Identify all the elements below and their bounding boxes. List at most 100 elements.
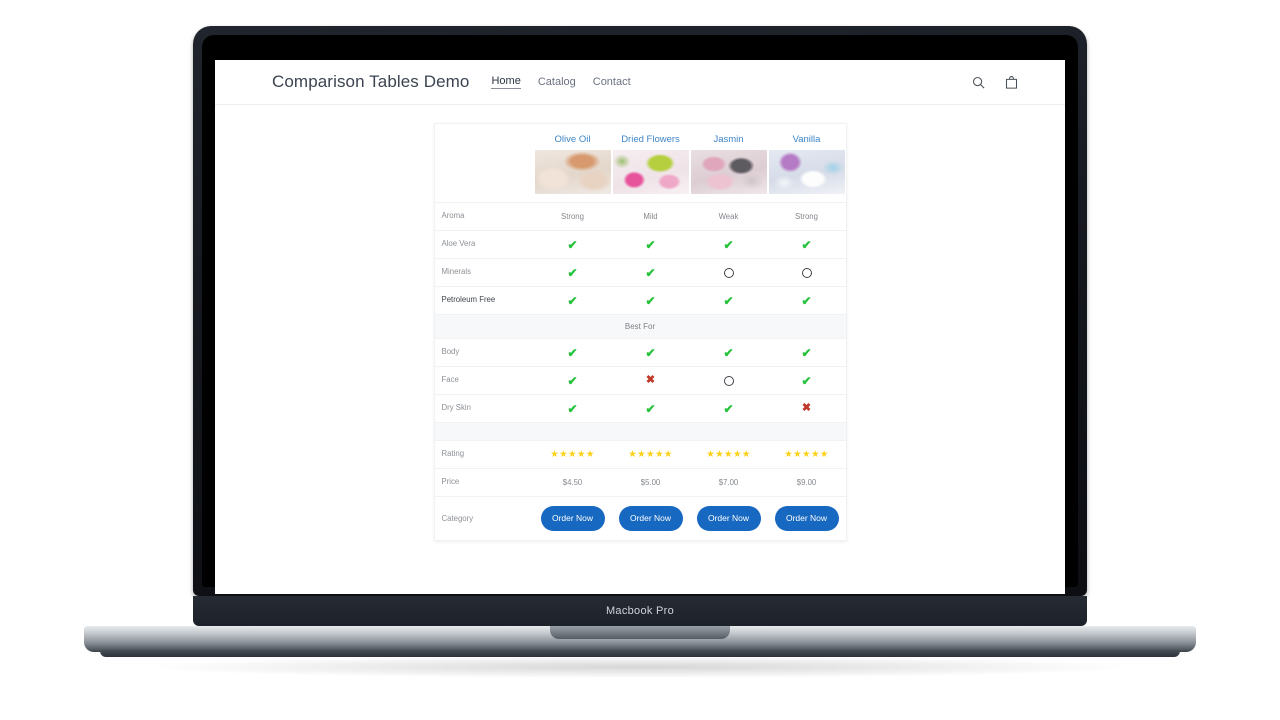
check-icon: ✔ (567, 237, 578, 252)
cross-icon: ✖ (645, 374, 656, 386)
check-icon: ✔ (567, 345, 578, 360)
cell-check: ✔ (533, 286, 612, 315)
product-link-olive-oil[interactable]: Olive Oil (534, 134, 612, 145)
row-label: Face (434, 366, 534, 395)
cell-check: ✔ (689, 230, 768, 259)
check-icon: ✔ (723, 345, 734, 360)
cell-rating: ★★★★★ (533, 440, 612, 469)
product-cell-olive-oil: Olive Oil (534, 124, 612, 203)
check-icon: ✔ (801, 293, 812, 308)
cell-check: ✔ (689, 338, 768, 367)
cell-rating: ★★★★★ (689, 440, 768, 469)
cell-cta: Order Now (767, 495, 846, 540)
main-nav: Home Catalog Contact (491, 75, 631, 89)
header-icons (971, 75, 1041, 90)
row-label: Dry Skin (434, 394, 534, 423)
table-row-minerals: Minerals ✔ ✔ (434, 258, 846, 287)
row-label: Body (434, 338, 534, 367)
cell-value: Mild (611, 202, 690, 231)
check-icon: ✔ (723, 293, 734, 308)
cell-check: ✔ (611, 258, 690, 287)
cell-check: ✔ (611, 230, 690, 259)
cell-check: ✔ (533, 366, 612, 395)
search-icon[interactable] (971, 75, 986, 90)
page-content: Olive Oil Dried Flowers Jasmin Vanilla A… (215, 105, 1065, 541)
device-label: Macbook Pro (605, 605, 675, 617)
laptop-chin: Macbook Pro (193, 596, 1087, 626)
shopping-bag-icon[interactable] (1004, 75, 1019, 90)
order-now-button-olive-oil[interactable]: Order Now (540, 506, 605, 531)
product-image-vanilla (768, 150, 845, 194)
product-cell-jasmin: Jasmin (690, 124, 768, 203)
star-rating-icon: ★★★★★ (628, 449, 673, 460)
check-icon: ✔ (645, 293, 656, 308)
cell-check: ✔ (767, 230, 846, 259)
check-icon: ✔ (723, 237, 734, 252)
order-now-button-jasmin[interactable]: Order Now (696, 506, 761, 531)
cell-cta: Order Now (689, 495, 768, 540)
laptop-shadow (150, 656, 1130, 678)
product-cell-dried-flowers: Dried Flowers (612, 124, 690, 203)
comparison-table-card: Olive Oil Dried Flowers Jasmin Vanilla A… (433, 123, 847, 541)
cell-check: ✔ (611, 338, 690, 367)
check-icon: ✔ (645, 345, 656, 360)
check-icon: ✔ (801, 237, 812, 252)
site-brand[interactable]: Comparison Tables Demo (272, 72, 469, 92)
corner-cell (435, 124, 534, 203)
check-icon: ✔ (567, 293, 578, 308)
nav-item-catalog[interactable]: Catalog (538, 76, 576, 89)
row-label: Petroleum Free (434, 286, 534, 315)
check-icon: ✔ (645, 265, 656, 280)
section-label: Best For (434, 314, 846, 339)
star-rating-icon: ★★★★★ (550, 449, 595, 460)
laptop-base-notch (550, 626, 730, 639)
cell-circle (689, 258, 768, 287)
order-now-button-vanilla[interactable]: Order Now (774, 506, 839, 531)
cell-circle (767, 258, 846, 287)
check-icon: ✔ (645, 401, 656, 416)
product-link-jasmin[interactable]: Jasmin (690, 134, 768, 145)
table-row-rating: Rating ★★★★★ ★★★★★ ★★★★★ ★★★★★ (434, 440, 846, 469)
cell-check: ✔ (611, 286, 690, 315)
cell-price: $9.00 (767, 468, 846, 497)
cell-check: ✔ (689, 394, 768, 423)
table-row-dry-skin: Dry Skin ✔ ✔ ✔ ✖ (434, 394, 846, 423)
table-row-body: Body ✔ ✔ ✔ ✔ (434, 338, 846, 367)
check-icon: ✔ (723, 401, 734, 416)
screenshot-stage: Comparison Tables Demo Home Catalog Cont… (0, 0, 1280, 720)
cell-value: Weak (689, 202, 768, 231)
spacer-cell (434, 422, 846, 441)
cell-check: ✔ (533, 394, 612, 423)
table-row-aroma: Aroma Strong Mild Weak Strong (434, 202, 846, 231)
product-image-jasmin (690, 150, 767, 194)
product-link-vanilla[interactable]: Vanilla (768, 134, 846, 145)
row-label: Category (434, 495, 534, 540)
check-icon: ✔ (567, 401, 578, 416)
cell-price: $5.00 (611, 468, 690, 497)
nav-item-home[interactable]: Home (491, 75, 521, 89)
row-label: Aloe Vera (434, 230, 534, 259)
circle-icon (801, 267, 812, 278)
cell-cta: Order Now (611, 495, 690, 540)
row-label: Minerals (434, 258, 534, 287)
cell-cta: Order Now (533, 495, 612, 540)
table-row-aloe-vera: Aloe Vera ✔ ✔ ✔ ✔ (434, 230, 846, 259)
product-header-row: Olive Oil Dried Flowers Jasmin Vanilla (435, 124, 846, 203)
check-icon: ✔ (801, 345, 812, 360)
star-rating-icon: ★★★★★ (706, 449, 751, 460)
cell-circle (689, 366, 768, 395)
circle-icon (723, 375, 734, 386)
product-link-dried-flowers[interactable]: Dried Flowers (612, 134, 690, 145)
cell-price: $7.00 (689, 468, 768, 497)
cell-check: ✔ (767, 286, 846, 315)
row-label: Price (434, 468, 534, 497)
cell-rating: ★★★★★ (767, 440, 846, 469)
star-rating-icon: ★★★★★ (784, 449, 829, 460)
table-row-face: Face ✔ ✖ ✔ (434, 366, 846, 395)
order-now-button-dried-flowers[interactable]: Order Now (618, 506, 683, 531)
browser-viewport: Comparison Tables Demo Home Catalog Cont… (215, 60, 1065, 594)
product-image-olive-oil (534, 150, 611, 194)
nav-item-contact[interactable]: Contact (593, 76, 631, 89)
table-row-petroleum-free: Petroleum Free ✔ ✔ ✔ ✔ (434, 286, 846, 315)
site-header: Comparison Tables Demo Home Catalog Cont… (215, 60, 1065, 105)
